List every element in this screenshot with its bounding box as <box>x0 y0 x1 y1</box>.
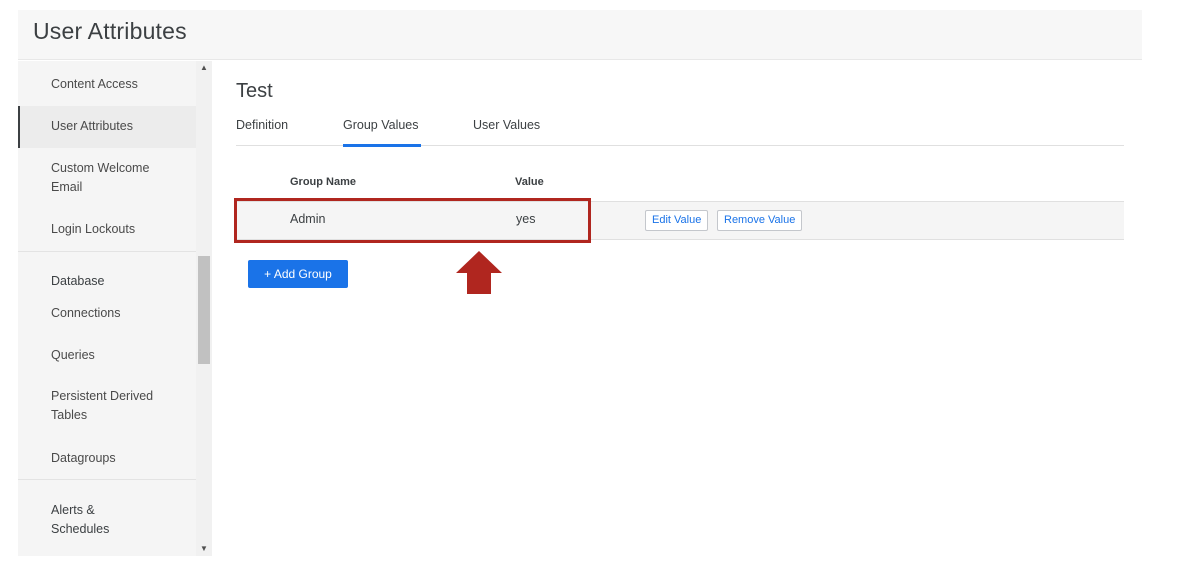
tab-group-values[interactable]: Group Values <box>343 118 419 132</box>
page-header: User Attributes <box>18 10 1142 60</box>
tab-definition[interactable]: Definition <box>236 118 288 132</box>
tab-user-values[interactable]: User Values <box>473 118 540 132</box>
sidebar-item-connections[interactable]: Connections <box>18 304 196 323</box>
sidebar-item-user-attributes[interactable]: User Attributes <box>18 106 196 148</box>
sidebar-item-datagroups[interactable]: Datagroups <box>18 449 196 468</box>
arrow-up-icon <box>456 251 502 294</box>
triangle-down-icon[interactable]: ▼ <box>196 542 212 556</box>
sidebar-scrollbar[interactable]: ▲ ▼ <box>196 61 212 556</box>
page-title: User Attributes <box>33 18 187 44</box>
triangle-up-icon[interactable]: ▲ <box>196 61 212 75</box>
highlight-annotation-box <box>234 198 591 243</box>
sidebar-item-queries[interactable]: Queries <box>18 346 196 365</box>
scrollbar-thumb[interactable] <box>198 256 210 364</box>
attribute-title: Test <box>236 80 273 102</box>
sidebar-section-alerts-schedules[interactable]: Alerts & Schedules <box>18 501 196 539</box>
sidebar-divider <box>18 479 196 480</box>
sidebar-nav: Content Access User Attributes Custom We… <box>18 61 196 556</box>
sidebar-section-database: Database <box>51 274 105 288</box>
sidebar-item-content-access[interactable]: Content Access <box>18 75 196 94</box>
sidebar-item-persistent-derived-tables[interactable]: Persistent Derived Tables <box>18 387 196 425</box>
column-header-value: Value <box>515 176 544 188</box>
remove-value-button[interactable]: Remove Value <box>717 210 803 231</box>
edit-value-button[interactable]: Edit Value <box>645 210 709 231</box>
add-group-button[interactable]: + Add Group <box>248 260 348 288</box>
sidebar-item-login-lockouts[interactable]: Login Lockouts <box>18 220 196 239</box>
active-tab-indicator <box>343 144 421 147</box>
sidebar-item-custom-welcome-email[interactable]: Custom Welcome Email <box>18 159 196 197</box>
sidebar-divider <box>18 251 196 252</box>
column-header-group-name: Group Name <box>290 176 357 188</box>
